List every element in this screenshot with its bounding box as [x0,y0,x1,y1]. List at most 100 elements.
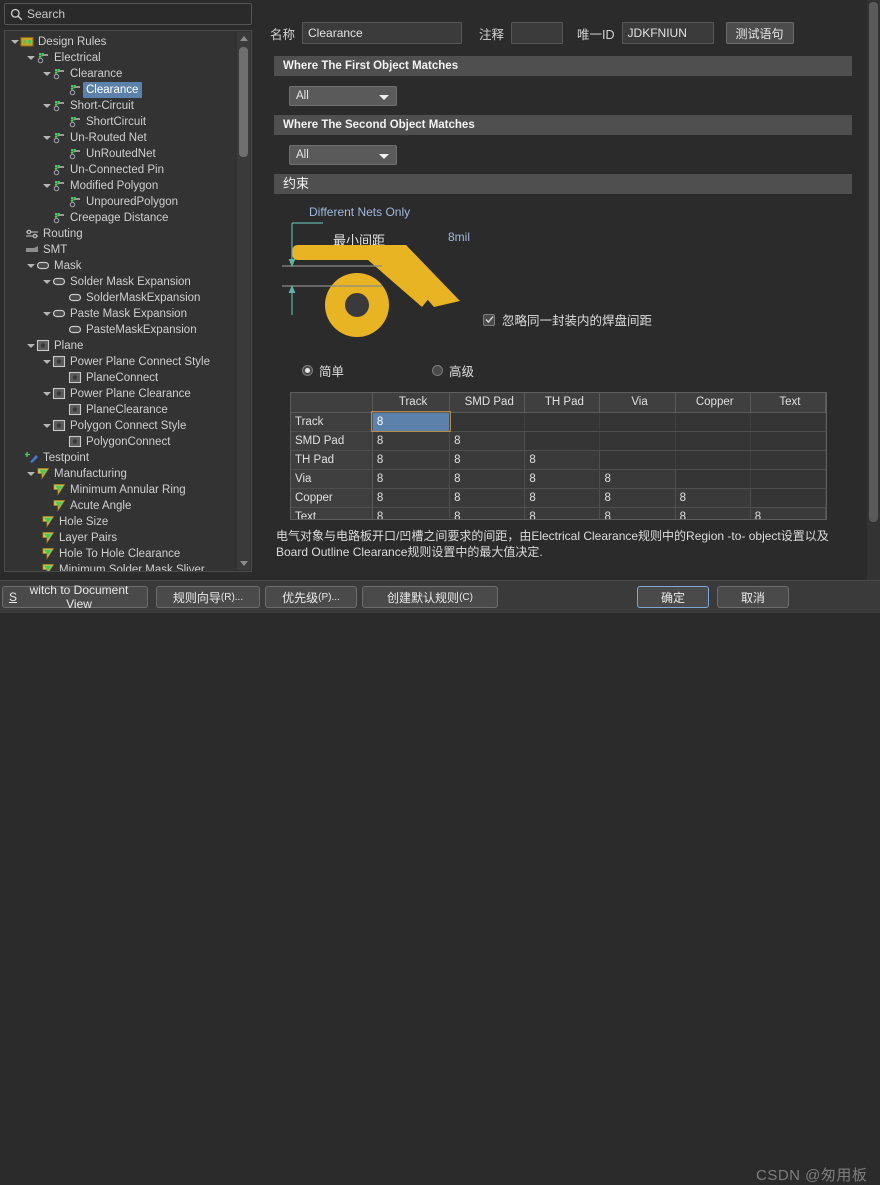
twisty-down-icon[interactable] [25,466,36,482]
tree-item-shortcircuit[interactable]: ShortCircuit [5,114,237,130]
matrix-cell[interactable] [449,412,526,432]
matrix-cell[interactable]: 8 [675,507,751,519]
matrix-cell[interactable]: 8 [524,469,601,489]
tree-item-unroutednet[interactable]: UnRoutedNet [5,146,237,162]
rule-wizard-button[interactable]: 规则向导 (R)... [156,586,260,608]
twisty-down-icon[interactable] [25,338,36,354]
matrix-cell[interactable]: 8 [449,469,526,489]
matrix-cell[interactable]: 8 [372,507,451,519]
tree-item-polygonconnect[interactable]: PolygonConnect [5,434,237,450]
twisty-down-icon[interactable] [41,178,52,194]
rules-tree[interactable]: Design Rules Electrical Clearance Clearance… [4,30,252,572]
matrix-cell[interactable]: 8 [371,411,451,432]
matrix-cell[interactable]: 8 [524,488,601,508]
matrix-cell[interactable]: 8 [750,507,826,519]
tree-item-planeconnect[interactable]: PlaneConnect [5,370,237,386]
matrix-column-header[interactable]: Via [599,393,676,413]
matrix-column-header[interactable]: Text [750,393,826,413]
tree-item-creepage-distance[interactable]: Creepage Distance [5,210,237,226]
tree-item-routing[interactable]: Routing [5,226,237,242]
matrix-cell[interactable]: 8 [449,507,526,519]
first-object-scope-dropdown[interactable]: All [289,86,397,106]
switch-to-document-view-button[interactable]: Switch to Document View [2,583,148,611]
tree-item-power-plane-clearance[interactable]: Power Plane Clearance [5,386,237,402]
scroll-up-arrow-icon[interactable] [237,32,250,45]
tree-vertical-scrollbar[interactable] [237,32,250,570]
twisty-down-icon[interactable] [41,386,52,402]
rule-name-input[interactable] [302,22,463,44]
matrix-row-header[interactable]: Track [291,412,373,432]
second-object-scope-dropdown[interactable]: All [289,145,397,165]
tree-item-electrical[interactable]: Electrical [5,50,237,66]
twisty-down-icon[interactable] [41,274,52,290]
twisty-down-icon[interactable] [25,258,36,274]
mode-advanced-radio[interactable]: 高级 [432,361,474,380]
matrix-cell[interactable]: 8 [524,450,601,470]
editor-vertical-scrollbar[interactable] [867,0,880,580]
matrix-cell[interactable]: 8 [675,488,751,508]
twisty-down-icon[interactable] [25,50,36,66]
twisty-down-icon[interactable] [41,66,52,82]
tree-item-manufacturing[interactable]: Manufacturing [5,466,237,482]
matrix-cell[interactable]: 8 [524,507,601,519]
unique-id-input[interactable] [621,22,714,44]
matrix-cell[interactable] [675,431,751,451]
matrix-row-header[interactable]: SMD Pad [291,431,373,451]
matrix-cell[interactable]: 8 [449,488,526,508]
twisty-down-icon[interactable] [41,130,52,146]
test-query-button[interactable]: 测试语句 [725,22,794,44]
twisty-down-icon[interactable] [41,354,52,370]
cancel-button[interactable]: 取消 [717,586,789,608]
tree-item-layer-pairs[interactable]: Layer Pairs [5,530,237,546]
tree-item-mask[interactable]: Mask [5,258,237,274]
ok-button[interactable]: 确定 [637,586,709,608]
tree-item-design-rules[interactable]: Design Rules [5,34,237,50]
matrix-cell[interactable]: 8 [449,450,526,470]
matrix-cell[interactable] [524,412,601,432]
clearance-matrix-table[interactable]: Track SMD Pad TH Pad Via Copper Text Track 8 SMD… [291,393,826,519]
matrix-cell[interactable]: 8 [599,488,676,508]
matrix-cell[interactable] [750,488,826,508]
matrix-row-header[interactable]: Via [291,469,373,489]
matrix-cell[interactable] [599,450,676,470]
twisty-down-icon[interactable] [41,418,52,434]
twisty-down-icon[interactable] [9,34,20,50]
tree-item-soldermaskexpansion[interactable]: SolderMaskExpansion [5,290,237,306]
rule-comment-input[interactable] [511,22,564,44]
tree-item-modified-polygon[interactable]: Modified Polygon [5,178,237,194]
matrix-row-header[interactable]: Text [291,507,373,519]
priority-button[interactable]: 优先级 (P)... [265,586,357,608]
matrix-cell[interactable] [750,412,826,432]
ignore-pad-clearance-checkbox[interactable]: 忽略同一封装内的焊盘间距 [483,310,652,329]
matrix-column-header[interactable]: SMD Pad [449,393,526,413]
matrix-cell[interactable] [524,431,601,451]
tree-item-minimum-solder-mask-sliver[interactable]: Minimum Solder Mask Sliver [5,562,237,571]
tree-item-pastemaskexpansion[interactable]: PasteMaskExpansion [5,322,237,338]
matrix-cell[interactable]: 8 [599,469,676,489]
tree-item-un-connected-pin[interactable]: Un-Connected Pin [5,162,237,178]
mode-simple-radio[interactable]: 简单 [302,361,344,380]
tree-item-solder-mask-expansion[interactable]: Solder Mask Expansion [5,274,237,290]
tree-item-testpoint[interactable]: Testpoint [5,450,237,466]
tree-item-hole-size[interactable]: Hole Size [5,514,237,530]
matrix-cell[interactable]: 8 [372,488,451,508]
tree-item-planeclearance[interactable]: PlaneClearance [5,402,237,418]
matrix-cell[interactable]: 8 [449,431,526,451]
matrix-column-header[interactable]: Copper [675,393,751,413]
tree-item-polygon-connect-style[interactable]: Polygon Connect Style [5,418,237,434]
matrix-cell[interactable] [675,469,751,489]
matrix-cell[interactable] [675,450,751,470]
matrix-cell[interactable] [750,469,826,489]
rules-tree-list[interactable]: Design Rules Electrical Clearance Clearance… [5,31,237,571]
radio-dot-simple[interactable] [302,365,313,376]
editor-scroll-thumb[interactable] [869,2,878,522]
matrix-column-header[interactable]: TH Pad [524,393,601,413]
checkbox-box[interactable] [483,313,495,326]
scroll-down-arrow-icon[interactable] [237,557,250,570]
tree-item-minimum-annular-ring[interactable]: Minimum Annular Ring [5,482,237,498]
tree-item-unpouredpolygon[interactable]: UnpouredPolygon [5,194,237,210]
create-default-rules-button[interactable]: 创建默认规则 (C) [362,586,498,608]
tree-item-hole-to-hole-clearance[interactable]: Hole To Hole Clearance [5,546,237,562]
tree-item-acute-angle[interactable]: Acute Angle [5,498,237,514]
matrix-cell[interactable] [599,412,676,432]
